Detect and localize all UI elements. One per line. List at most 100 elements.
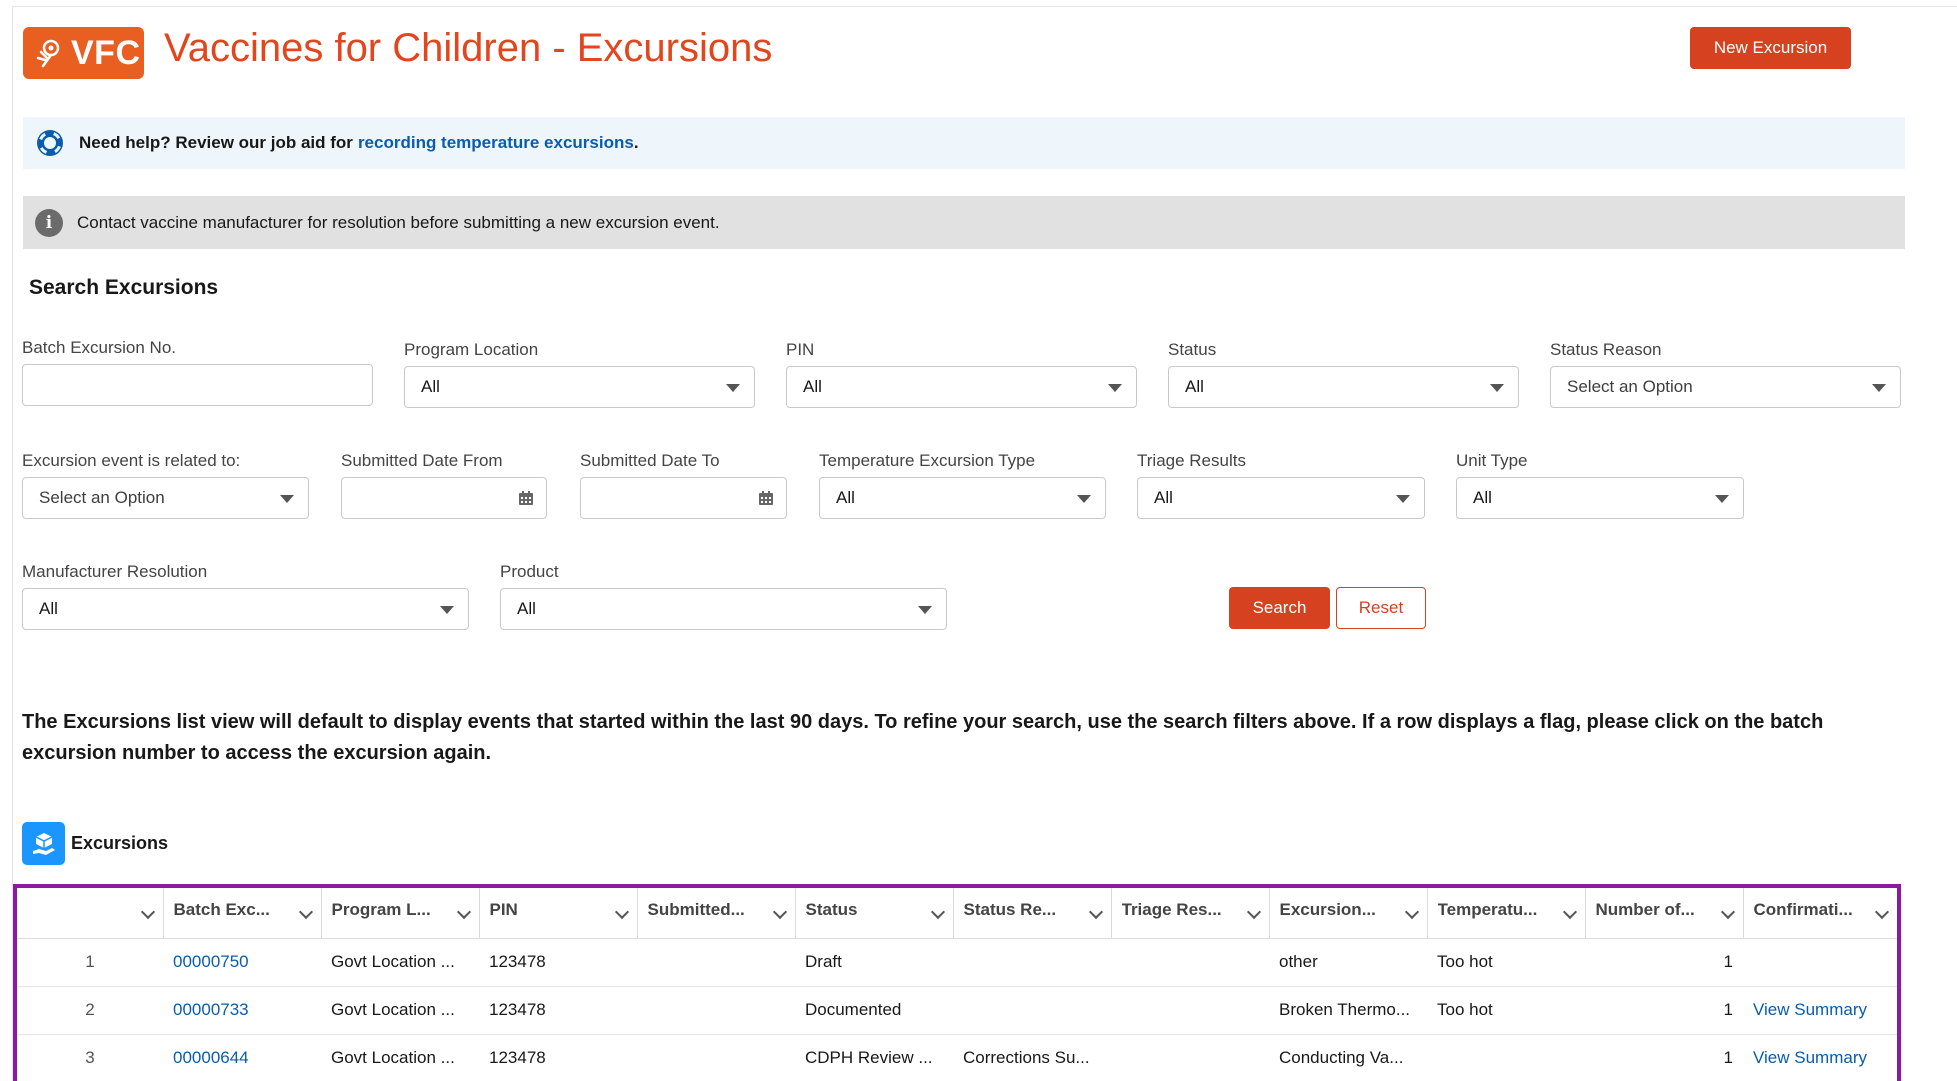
column-header-excursion[interactable]: Excursion... — [1269, 888, 1428, 939]
date-from-label: Submitted Date From — [341, 451, 503, 470]
triage-cell — [1111, 938, 1269, 987]
temp-type-select[interactable]: All — [819, 477, 1106, 519]
table-row: 1 00000750 Govt Location ... 123478 Draf… — [17, 938, 1897, 987]
batch-no-field: Batch Excursion No. — [22, 338, 373, 406]
calendar-icon[interactable] — [758, 490, 774, 506]
info-banner: i Contact vaccine manufacturer for resol… — [23, 196, 1905, 249]
chevron-down-icon — [1077, 495, 1091, 503]
unit-type-select[interactable]: All — [1456, 477, 1744, 519]
chevron-down-icon — [1490, 384, 1504, 392]
chevron-down-icon[interactable] — [298, 904, 313, 920]
excursion-cell: other — [1269, 938, 1427, 987]
info-icon: i — [35, 208, 63, 237]
program-location-cell: Govt Location ... — [321, 986, 479, 1035]
chevron-down-icon — [1396, 495, 1410, 503]
table-header-row: Batch Exc... Program L... PIN Submitted.… — [17, 888, 1897, 939]
status-select[interactable]: All — [1168, 366, 1519, 408]
pin-select[interactable]: All — [786, 366, 1137, 408]
excursion-cell: Broken Thermo... — [1269, 986, 1427, 1035]
chevron-down-icon — [1872, 384, 1886, 392]
unit-type-field: Unit Type All — [1456, 451, 1744, 519]
chevron-down-icon — [726, 384, 740, 392]
chevron-down-icon[interactable] — [1246, 904, 1261, 920]
program-location-field: Program Location All — [404, 340, 755, 408]
chevron-down-icon[interactable] — [1874, 904, 1890, 920]
job-aid-link[interactable]: recording temperature excursions — [358, 133, 634, 153]
calendar-icon[interactable] — [518, 490, 534, 506]
chevron-down-icon[interactable] — [614, 904, 629, 920]
list-title: Excursions — [71, 833, 169, 853]
status-cell: CDPH Review ... — [795, 1034, 953, 1081]
chevron-down-icon[interactable] — [140, 904, 155, 920]
chevron-down-icon[interactable] — [1720, 904, 1735, 920]
product-select[interactable]: All — [500, 588, 947, 630]
program-location-cell: Govt Location ... — [321, 1034, 479, 1081]
status-label: Status — [1168, 340, 1217, 359]
date-from-input[interactable] — [341, 477, 547, 519]
column-header-program-location[interactable]: Program L... — [321, 888, 480, 939]
chevron-down-icon[interactable] — [456, 904, 471, 920]
help-suffix: . — [633, 133, 639, 152]
triage-select[interactable]: All — [1137, 477, 1425, 519]
date-to-field: Submitted Date To — [580, 451, 787, 519]
row-number: 3 — [17, 1034, 163, 1081]
batch-no-input[interactable] — [22, 364, 373, 406]
chevron-down-icon[interactable] — [1562, 904, 1577, 920]
excursions-table: Batch Exc... Program L... PIN Submitted.… — [13, 884, 1901, 1081]
logo-text: VFC — [71, 33, 141, 72]
status-reason-cell — [953, 938, 1111, 987]
triage-field: Triage Results All — [1137, 451, 1425, 519]
box-hand-icon — [22, 822, 65, 865]
batch-link[interactable]: 00000644 — [163, 1034, 321, 1081]
batch-link[interactable]: 00000750 — [163, 938, 321, 987]
submitted-cell — [637, 1034, 795, 1081]
manufacturer-select[interactable]: All — [22, 588, 469, 630]
view-summary-link[interactable]: View Summary — [1743, 986, 1897, 1035]
column-header-status[interactable]: Status — [795, 888, 954, 939]
column-header-batch[interactable]: Batch Exc... — [163, 888, 322, 939]
temp-type-label: Temperature Excursion Type — [819, 451, 1036, 470]
vfc-logo: VFC — [23, 27, 144, 79]
status-cell: Documented — [795, 986, 953, 1035]
chevron-down-icon — [1108, 384, 1122, 392]
chevron-down-icon[interactable] — [930, 904, 945, 920]
column-header-triage[interactable]: Triage Res... — [1111, 888, 1270, 939]
help-banner: Need help? Review our job aid for record… — [23, 117, 1905, 169]
temperature-cell: Too hot — [1427, 986, 1585, 1035]
status-reason-cell: Corrections Su... — [953, 1034, 1111, 1081]
chevron-down-icon[interactable] — [772, 904, 787, 920]
flower-icon — [36, 39, 60, 68]
new-excursion-button[interactable]: New Excursion — [1690, 27, 1851, 69]
batch-link[interactable]: 00000733 — [163, 986, 321, 1035]
batch-no-label: Batch Excursion No. — [22, 338, 177, 357]
lifebuoy-icon — [37, 130, 63, 156]
manufacturer-field: Manufacturer Resolution All — [22, 562, 469, 630]
column-header-status-reason[interactable]: Status Re... — [953, 888, 1112, 939]
column-header-pin[interactable]: PIN — [479, 888, 638, 939]
pin-cell: 123478 — [479, 986, 637, 1035]
column-header-row-number[interactable] — [17, 888, 164, 939]
page-title: Vaccines for Children - Excursions — [164, 26, 773, 70]
view-summary-link[interactable]: View Summary — [1743, 1034, 1897, 1081]
chevron-down-icon — [918, 606, 932, 614]
column-header-confirmation[interactable]: Confirmati... — [1743, 888, 1897, 939]
column-header-submitted[interactable]: Submitted... — [637, 888, 796, 939]
column-header-temperature[interactable]: Temperatu... — [1427, 888, 1586, 939]
chevron-down-icon — [280, 495, 294, 503]
column-header-number[interactable]: Number of... — [1585, 888, 1744, 939]
product-label: Product — [500, 562, 559, 581]
view-summary-link[interactable] — [1743, 938, 1897, 987]
search-section-title: Search Excursions — [29, 276, 219, 299]
status-reason-select[interactable]: Select an Option — [1550, 366, 1901, 408]
search-button[interactable]: Search — [1229, 587, 1330, 629]
temp-type-field: Temperature Excursion Type All — [819, 451, 1106, 519]
related-to-label: Excursion event is related to: — [22, 451, 241, 470]
reset-button[interactable]: Reset — [1336, 587, 1426, 629]
status-reason-field: Status Reason Select an Option — [1550, 340, 1901, 408]
date-to-input[interactable] — [580, 477, 787, 519]
related-to-select[interactable]: Select an Option — [22, 477, 309, 519]
chevron-down-icon[interactable] — [1404, 904, 1419, 920]
program-location-select[interactable]: All — [404, 366, 755, 408]
related-to-field: Excursion event is related to: Select an… — [22, 451, 309, 519]
chevron-down-icon[interactable] — [1088, 904, 1103, 920]
